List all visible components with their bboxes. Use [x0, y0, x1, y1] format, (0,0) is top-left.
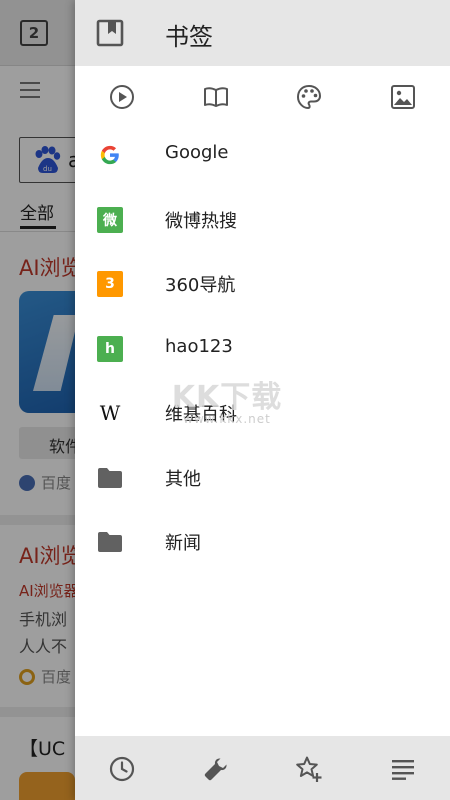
novel-bookmarks-button[interactable]	[202, 83, 230, 111]
bookmark-label: 其他	[165, 468, 201, 490]
bookmarks-drawer: 书签 Google 微 微博热搜 3 360导航 h hao123 W 维基百科…	[75, 0, 450, 800]
play-circle-icon	[110, 85, 134, 109]
bookmark-label: 360导航	[165, 275, 236, 296]
bookmark-folder-other[interactable]: 其他	[75, 445, 450, 510]
bookmark-item-google[interactable]: Google	[75, 122, 450, 187]
theme-bookmarks-button[interactable]	[295, 83, 323, 111]
google-icon	[97, 142, 123, 168]
360-icon: 3	[97, 271, 123, 297]
history-button[interactable]	[108, 755, 136, 783]
bookmark-item-360[interactable]: 3 360导航	[75, 251, 450, 316]
bookmark-list: Google 微 微博热搜 3 360导航 h hao123 W 维基百科 其他…	[75, 122, 450, 574]
hao123-badge: h	[97, 335, 123, 362]
add-bookmark-button[interactable]	[295, 755, 323, 783]
drawer-header: 书签	[75, 0, 450, 66]
bookmark-item-hao123[interactable]: h hao123	[75, 316, 450, 381]
bookmark-label: 微博热搜	[165, 210, 237, 232]
wikipedia-badge: W	[99, 401, 121, 425]
bookmark-folder-news[interactable]: 新闻	[75, 509, 450, 574]
bookmark-item-weibo[interactable]: 微 微博热搜	[75, 187, 450, 252]
tools-button[interactable]	[202, 755, 230, 783]
image-bookmarks-button[interactable]	[389, 83, 417, 111]
360-badge: 3	[97, 271, 123, 297]
folder-icon	[97, 529, 123, 555]
wikipedia-icon: W	[97, 400, 123, 426]
hao123-icon: h	[97, 335, 123, 362]
bookmark-icon	[96, 19, 124, 47]
bookmark-category-row	[75, 66, 450, 128]
reading-list-button[interactable]	[389, 755, 417, 783]
list-icon	[392, 760, 414, 780]
drawer-bottom-bar	[75, 736, 450, 800]
history-clock-icon	[109, 756, 135, 782]
bookmark-label: Google	[165, 142, 229, 163]
page-title: 书签	[165, 23, 213, 51]
bookmark-label: 维基百科	[165, 404, 237, 425]
bookmark-item-wikipedia[interactable]: W 维基百科	[75, 380, 450, 445]
book-icon	[204, 87, 228, 107]
folder-icon	[97, 465, 123, 491]
image-icon	[391, 85, 415, 109]
star-add-icon	[296, 756, 322, 782]
weibo-icon: 微	[97, 206, 123, 233]
bookmark-label: hao123	[165, 335, 233, 357]
palette-icon	[296, 84, 322, 110]
wrench-icon	[204, 758, 227, 781]
video-bookmarks-button[interactable]	[108, 83, 136, 111]
bookmark-label: 新闻	[165, 533, 201, 554]
weibo-badge: 微	[97, 206, 123, 233]
